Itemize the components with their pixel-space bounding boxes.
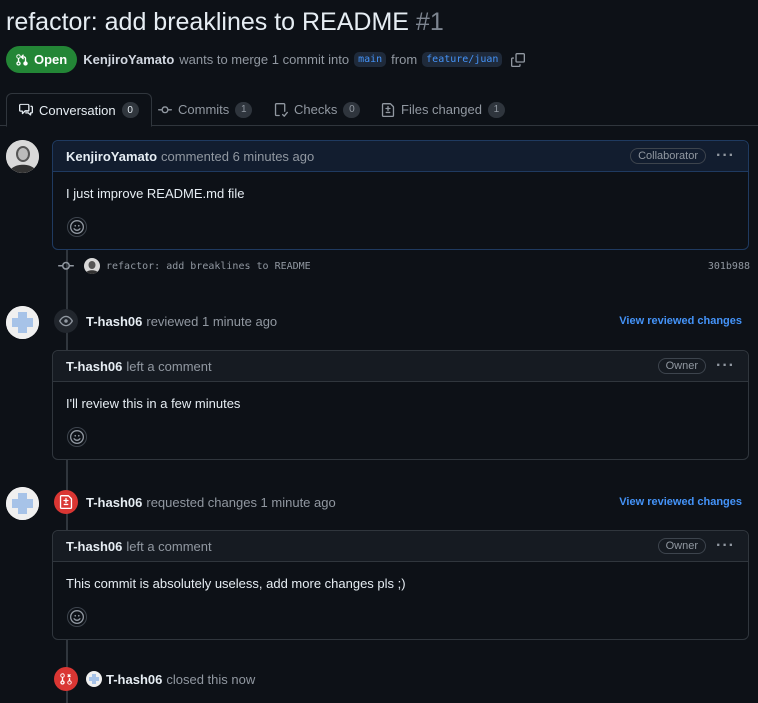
tab-conversation[interactable]: Conversation 0	[6, 93, 152, 127]
add-reaction-button[interactable]	[67, 427, 87, 447]
event-action: closed this now	[166, 671, 256, 687]
review-event: T-hash06 requested changes 1 minute ago …	[54, 490, 750, 514]
role-badge: Collaborator	[630, 148, 707, 164]
tab-label: Files changed	[401, 102, 482, 117]
comment-box: T-hash06 left a comment Owner ··· This c…	[52, 530, 749, 640]
commit-row: refactor: add breaklines to README 301b9…	[58, 256, 750, 276]
author-avatar-image	[6, 140, 39, 173]
comment-box: T-hash06 left a comment Owner ··· I'll r…	[52, 350, 749, 460]
git-pull-request-closed-icon	[54, 667, 78, 691]
review-event: T-hash06 reviewed 1 minute ago View revi…	[54, 309, 750, 333]
comment-author[interactable]: T-hash06	[66, 539, 122, 554]
commit-sha[interactable]: 301b988	[708, 261, 750, 272]
comment-header: T-hash06 left a comment Owner ···	[53, 531, 748, 562]
smiley-icon	[70, 220, 84, 234]
git-pull-request-icon	[16, 53, 28, 66]
merge-text-1: wants to merge 1 commit into	[179, 52, 350, 67]
comment-body: This commit is absolutely useless, add m…	[66, 576, 406, 591]
role-badge: Owner	[657, 358, 707, 374]
more-options-icon[interactable]: ···	[716, 538, 735, 554]
tab-label: Conversation	[39, 102, 116, 118]
add-reaction-button[interactable]	[67, 217, 87, 237]
view-reviewed-changes-link[interactable]: View reviewed changes	[619, 496, 750, 508]
file-diff-icon	[54, 490, 78, 514]
avatar[interactable]	[84, 258, 100, 274]
pr-number: #1	[415, 8, 444, 36]
comment-body: I just improve README.md file	[66, 186, 245, 201]
comment-discussion-icon	[19, 103, 33, 116]
event-author[interactable]: T-hash06	[86, 495, 142, 510]
comment-action: left a comment	[126, 358, 212, 374]
closed-event: T-hash06 closed this now	[54, 667, 750, 691]
pr-title-text: refactor: add breaklines to README	[6, 8, 409, 36]
pr-meta: Open KenjiroYamato wants to merge 1 comm…	[6, 46, 526, 73]
smiley-icon	[70, 610, 84, 624]
merge-description: KenjiroYamato wants to merge 1 commit in…	[83, 52, 526, 67]
pr-title: refactor: add breaklines to README #1	[6, 8, 444, 37]
comment-author[interactable]: KenjiroYamato	[66, 149, 157, 164]
view-reviewed-changes-link[interactable]: View reviewed changes	[619, 315, 750, 327]
comment-action[interactable]: commented 6 minutes ago	[161, 149, 314, 164]
base-branch[interactable]: main	[354, 52, 387, 67]
tab-checks[interactable]: Checks 0	[262, 93, 372, 126]
tab-count: 1	[235, 101, 253, 118]
comment-box: KenjiroYamato commented 6 minutes ago Co…	[52, 140, 749, 250]
author-link[interactable]: KenjiroYamato	[83, 52, 174, 67]
tab-count: 0	[121, 102, 139, 118]
role-badge: Owner	[657, 538, 707, 554]
more-options-icon[interactable]: ···	[716, 148, 735, 164]
avatar[interactable]	[6, 140, 39, 173]
commit-message[interactable]: refactor: add breaklines to README	[106, 261, 311, 272]
comment-author[interactable]: T-hash06	[66, 359, 122, 374]
event-action: requested changes 1 minute ago	[146, 494, 336, 510]
event-author[interactable]: T-hash06	[86, 314, 142, 329]
avatar[interactable]	[6, 306, 39, 339]
more-options-icon[interactable]: ···	[716, 358, 735, 374]
checklist-icon	[274, 102, 288, 117]
git-commit-icon	[158, 105, 172, 113]
comment-action: left a comment	[126, 538, 212, 554]
avatar[interactable]	[86, 671, 102, 687]
avatar[interactable]	[6, 487, 39, 520]
tab-files-changed[interactable]: Files changed 1	[369, 93, 517, 126]
eye-icon	[54, 309, 78, 333]
add-reaction-button[interactable]	[67, 607, 87, 627]
tab-count: 1	[487, 101, 505, 118]
tab-label: Commits	[178, 102, 230, 117]
smiley-icon	[70, 430, 84, 444]
event-author[interactable]: T-hash06	[106, 672, 162, 687]
tab-commits[interactable]: Commits 1	[146, 93, 264, 126]
tab-count: 0	[343, 101, 361, 118]
identicon-image	[6, 306, 39, 339]
comment-header: T-hash06 left a comment Owner ···	[53, 351, 748, 382]
file-diff-icon	[381, 102, 395, 117]
state-badge: Open	[6, 46, 78, 73]
comment-header: KenjiroYamato commented 6 minutes ago Co…	[53, 141, 748, 172]
git-commit-icon	[58, 261, 74, 270]
state-label: Open	[34, 52, 68, 67]
event-action: reviewed 1 minute ago	[146, 313, 278, 329]
identicon-image	[6, 487, 39, 520]
copy-icon[interactable]	[511, 52, 526, 67]
tab-label: Checks	[294, 102, 338, 117]
merge-text-2: from	[391, 52, 418, 67]
head-branch[interactable]: feature/juan	[422, 52, 503, 67]
comment-body: I'll review this in a few minutes	[66, 396, 241, 411]
pr-tabs: Conversation 0 Commits 1 Checks 0 Files …	[0, 93, 758, 127]
